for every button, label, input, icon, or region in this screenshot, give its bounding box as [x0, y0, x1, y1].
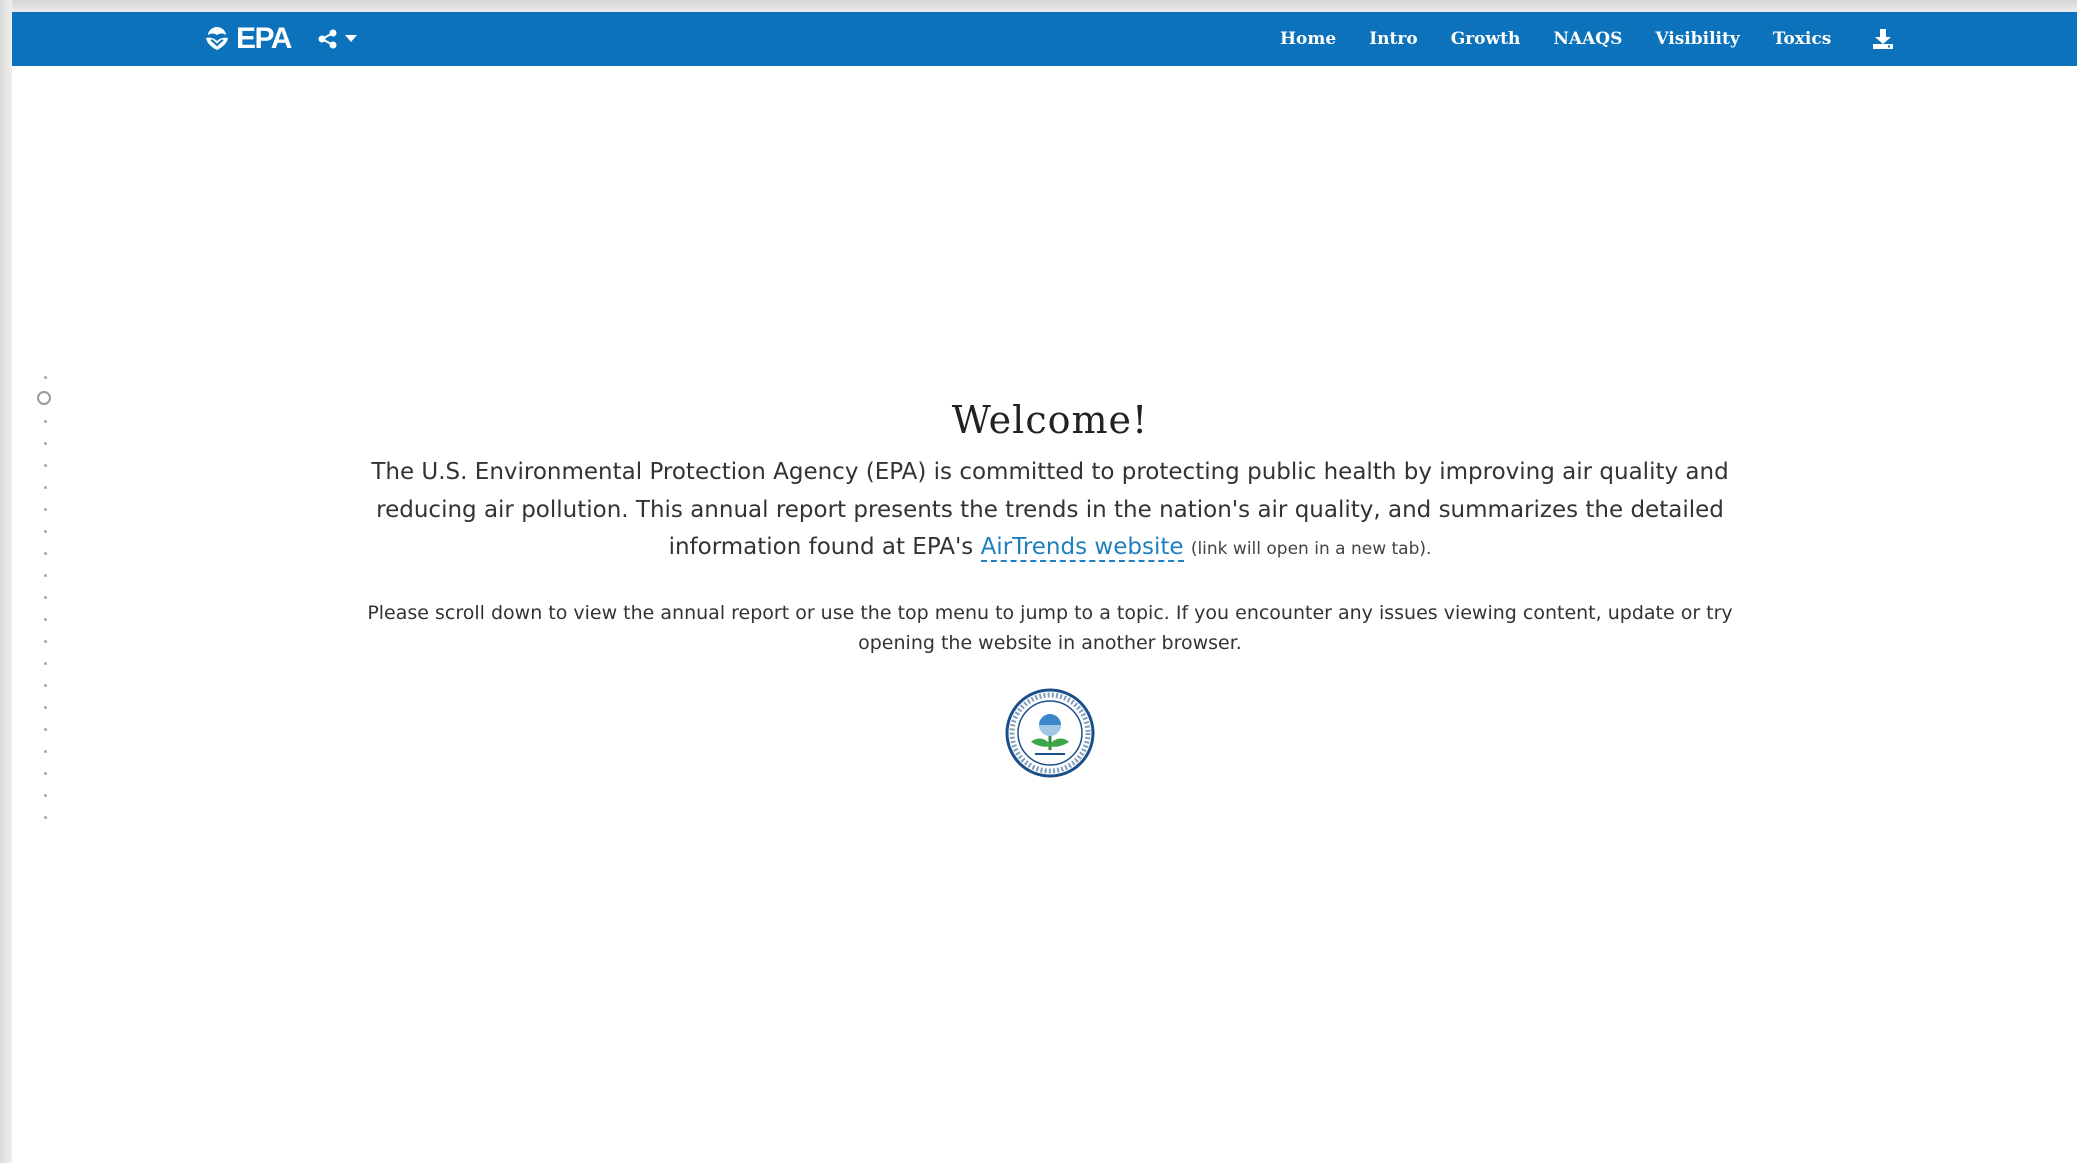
- dot-nav-item[interactable]: [44, 662, 47, 665]
- dot-nav-item[interactable]: [44, 684, 47, 687]
- link-note: (link will open in a new tab).: [1190, 539, 1432, 559]
- nav-intro[interactable]: Intro: [1369, 29, 1417, 49]
- nav-naaqs[interactable]: NAAQS: [1553, 29, 1622, 49]
- dot-nav-item[interactable]: [44, 464, 47, 467]
- section-dot-nav: [34, 372, 58, 822]
- download-button[interactable]: [1872, 28, 1894, 50]
- share-dropdown[interactable]: [317, 26, 357, 52]
- dot-nav-item[interactable]: [44, 816, 47, 819]
- dot-nav-item[interactable]: [44, 706, 47, 709]
- dot-nav-item[interactable]: [44, 486, 47, 489]
- dot-nav-active[interactable]: [37, 391, 51, 405]
- epa-logo[interactable]: EPA: [202, 22, 292, 56]
- nav-visibility[interactable]: Visibility: [1655, 29, 1739, 49]
- logo-text: EPA: [236, 22, 292, 55]
- main-nav: Home Intro Growth NAAQS Visibility Toxic…: [1280, 12, 1894, 66]
- download-icon: [1873, 29, 1894, 49]
- dot-nav-item[interactable]: [44, 442, 47, 445]
- dot-nav-item[interactable]: [44, 596, 47, 599]
- window-top-edge: [0, 0, 2077, 12]
- dot-nav-item[interactable]: [44, 530, 47, 533]
- nav-growth[interactable]: Growth: [1451, 29, 1521, 49]
- airtrends-link[interactable]: AirTrends website: [980, 534, 1184, 562]
- dot-nav-item[interactable]: [44, 618, 47, 621]
- dot-nav-item[interactable]: [44, 640, 47, 643]
- page-title: Welcome!: [951, 398, 1149, 442]
- caret-down-icon: [345, 35, 357, 42]
- dot-nav-item[interactable]: [44, 420, 47, 423]
- dot-nav-item[interactable]: [44, 574, 47, 577]
- dot-nav-item[interactable]: [44, 376, 47, 379]
- top-navbar: EPA Home Intro Growth NAAQS Visibility T…: [12, 12, 2077, 66]
- nav-toxics[interactable]: Toxics: [1773, 29, 1832, 49]
- dot-nav-item[interactable]: [44, 794, 47, 797]
- dot-nav-item[interactable]: [44, 552, 47, 555]
- dot-nav-item[interactable]: [44, 772, 47, 775]
- dot-nav-item[interactable]: [44, 508, 47, 511]
- dot-nav-item[interactable]: [44, 728, 47, 731]
- intro-paragraph: The U.S. Environmental Protection Agency…: [360, 454, 1740, 569]
- instructions-text: Please scroll down to view the annual re…: [367, 601, 1733, 654]
- share-icon: [318, 29, 337, 49]
- epa-flower-icon: [206, 27, 228, 50]
- dot-nav-item[interactable]: [44, 750, 47, 753]
- epa-seal-icon: [1005, 688, 1095, 778]
- nav-home[interactable]: Home: [1280, 29, 1336, 49]
- welcome-section: Welcome! The U.S. Environmental Protecti…: [360, 398, 1740, 658]
- window-left-edge: [0, 0, 12, 1163]
